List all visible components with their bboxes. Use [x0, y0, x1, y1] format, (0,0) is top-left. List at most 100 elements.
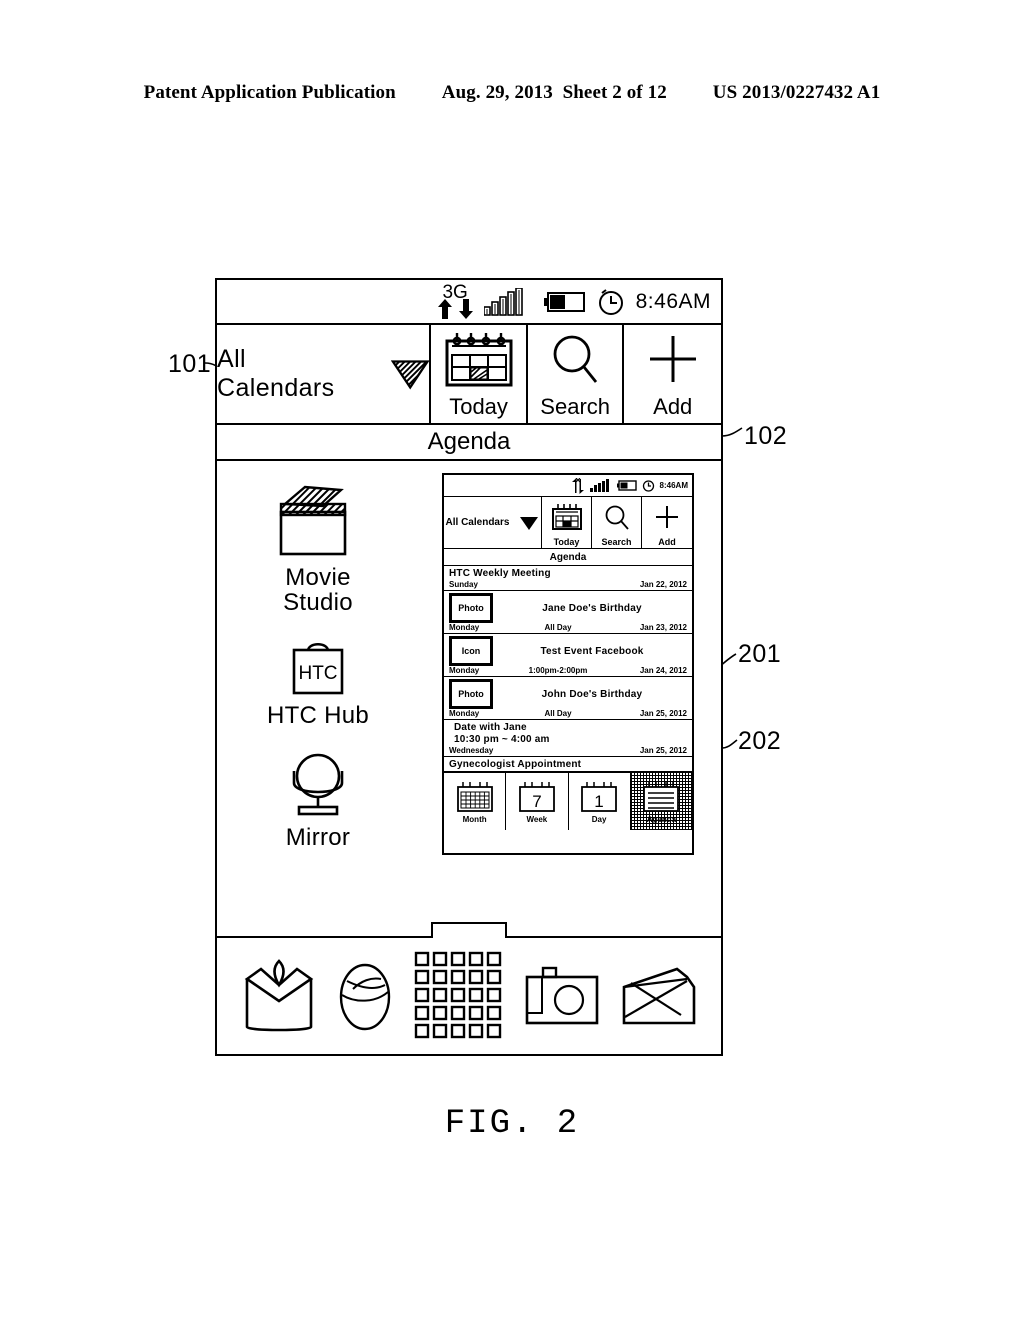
event-thumbnail-photo[interactable]: Photo	[449, 593, 493, 623]
app-movie-studio[interactable]: Movie Studio	[243, 485, 393, 615]
today-button-label: Today	[449, 394, 508, 419]
event-title: Jane Doe's Birthday	[542, 602, 642, 614]
callout-202: 202	[738, 727, 782, 755]
event-meta: Monday All Day Jan 23, 2012	[449, 623, 687, 632]
add-button[interactable]: Add	[624, 325, 721, 423]
shopping-bag-icon: HTC	[292, 643, 344, 695]
battery-icon	[616, 480, 637, 491]
calendar-selector[interactable]: All Calendars	[217, 325, 432, 423]
event-thumbnail-photo[interactable]: Photo	[449, 679, 493, 709]
callout-102: 102	[744, 422, 788, 450]
alarm-clock-icon	[598, 288, 623, 315]
thumbnail-search-button[interactable]: Search	[592, 497, 642, 548]
app-label-mirror: Mirror	[285, 823, 351, 851]
event-day: Monday	[449, 623, 480, 632]
event-subtitle: 10:30 pm ~ 4:00 am	[454, 733, 550, 745]
thumbnail-calendar-selector-label: All Calendars	[445, 517, 510, 528]
event-day: Sunday	[449, 580, 478, 589]
event-meta: Wednesday Jan 25, 2012	[449, 746, 687, 755]
camera-icon[interactable]	[523, 963, 601, 1029]
dock-handle[interactable]	[431, 922, 507, 938]
list-item[interactable]: Gynecologist Appointment	[444, 757, 692, 772]
tab-agenda[interactable]: Agenda	[630, 773, 692, 830]
signal-bars-icon	[483, 287, 523, 316]
today-button[interactable]: Today	[431, 325, 528, 423]
view-title-bar: Agenda	[217, 425, 721, 461]
event-title: John Doe's Birthday	[541, 688, 643, 700]
signal-bars-icon	[589, 479, 609, 492]
status-bar-time: 8:46AM	[635, 289, 711, 313]
magnifier-icon	[603, 497, 631, 537]
event-date: Jan 25, 2012	[639, 746, 687, 755]
thumbnail-today-label: Today	[553, 537, 580, 547]
clapperboard-icon	[279, 485, 347, 556]
list-item[interactable]: Photo John Doe's Birthday Monday All Day…	[444, 677, 692, 720]
mirror-icon	[292, 753, 344, 815]
plus-icon	[653, 497, 681, 537]
tab-day-label: Day	[591, 815, 607, 824]
view-title-label: Agenda	[427, 428, 511, 455]
calendar-icon	[443, 325, 515, 392]
event-day: Monday	[449, 666, 480, 675]
event-day: Monday	[449, 709, 480, 718]
calendar-preview-thumbnail[interactable]: 8:46AM All Calendars Today Search Add Ag…	[442, 473, 694, 855]
search-button-label: Search	[540, 394, 611, 419]
mobile-device-frame: 3G 8:46AM All Calendars Today Search Add…	[215, 278, 723, 1056]
mail-icon[interactable]	[621, 965, 697, 1027]
reader-icon[interactable]	[241, 957, 317, 1035]
tab-day[interactable]: 1 Day	[569, 773, 631, 830]
data-transfer-arrows	[437, 298, 474, 320]
list-item[interactable]: Photo Jane Doe's Birthday Monday All Day…	[444, 591, 692, 634]
calendar-week-icon: 7	[518, 782, 555, 812]
app-label-movie-studio: Movie Studio	[283, 564, 353, 617]
list-item[interactable]: Date with Jane 10:30 pm ~ 4:00 am Wednes…	[444, 720, 692, 757]
agenda-event-list: HTC Weekly Meeting Sunday Jan 22, 2012 P…	[444, 566, 692, 772]
all-apps-grid-icon[interactable]	[413, 950, 503, 1042]
app-label-htc-hub: HTC Hub	[266, 702, 370, 730]
thumbnail-add-button[interactable]: Add	[642, 497, 692, 548]
thumbnail-toolbar: All Calendars Today Search Add	[444, 497, 692, 549]
status-bar: 3G 8:46AM	[217, 280, 721, 325]
thumbnail-calendar-selector[interactable]: All Calendars	[444, 497, 542, 548]
tab-month-label: Month	[462, 815, 487, 824]
thumbnail-view-title-label: Agenda	[549, 551, 587, 563]
up-arrow-icon	[437, 299, 452, 319]
event-title: Gynecologist Appointment	[449, 759, 582, 770]
list-item[interactable]: Icon Test Event Facebook Monday 1:00pm-2…	[444, 634, 692, 677]
calendar-view-tabs: Month 7 Week 1 Day Agenda	[444, 772, 692, 830]
chevron-down-icon	[520, 516, 539, 530]
calendar-icon	[550, 497, 584, 537]
chevron-down-icon	[390, 360, 430, 390]
tab-month[interactable]: Month	[444, 773, 507, 830]
event-title: Test Event Facebook	[540, 645, 644, 657]
agenda-list-icon	[643, 782, 680, 812]
event-date: Jan 22, 2012	[639, 580, 687, 589]
htc-badge-text: HTC	[298, 663, 337, 684]
event-thumbnail-icon[interactable]: Icon	[449, 636, 493, 666]
tab-week[interactable]: 7 Week	[506, 773, 569, 830]
app-mirror[interactable]: Mirror	[243, 749, 393, 850]
event-day: Wednesday	[449, 746, 494, 755]
event-meta: Monday All Day Jan 25, 2012	[449, 709, 687, 718]
search-button[interactable]: Search	[528, 325, 625, 423]
event-date: Jan 24, 2012	[639, 666, 687, 675]
dock	[217, 938, 721, 1054]
thumbnail-today-button[interactable]: Today	[542, 497, 592, 548]
battery-icon	[543, 291, 585, 312]
add-button-label: Add	[653, 394, 693, 419]
thumbnail-status-bar: 8:46AM	[444, 475, 692, 497]
magnifier-icon	[546, 325, 604, 392]
list-item[interactable]: HTC Weekly Meeting Sunday Jan 22, 2012	[444, 566, 692, 591]
tab-week-glyph: 7	[532, 792, 541, 811]
event-title: HTC Weekly Meeting	[449, 568, 551, 579]
app-icon-column: Movie Studio HTC HTC Hub Mirror	[243, 485, 393, 870]
app-htc-hub[interactable]: HTC HTC Hub	[243, 635, 393, 730]
callout-101: 101	[168, 350, 212, 378]
tab-agenda-label: Agenda	[646, 815, 677, 824]
event-time: 1:00pm-2:00pm	[528, 666, 588, 675]
mouse-icon[interactable]	[337, 959, 393, 1033]
calendar-day-icon: 1	[581, 782, 618, 812]
figure-caption: FIG. 2	[444, 1105, 580, 1143]
thumbnail-search-label: Search	[601, 537, 632, 547]
event-title: Date with Jane	[454, 722, 527, 733]
